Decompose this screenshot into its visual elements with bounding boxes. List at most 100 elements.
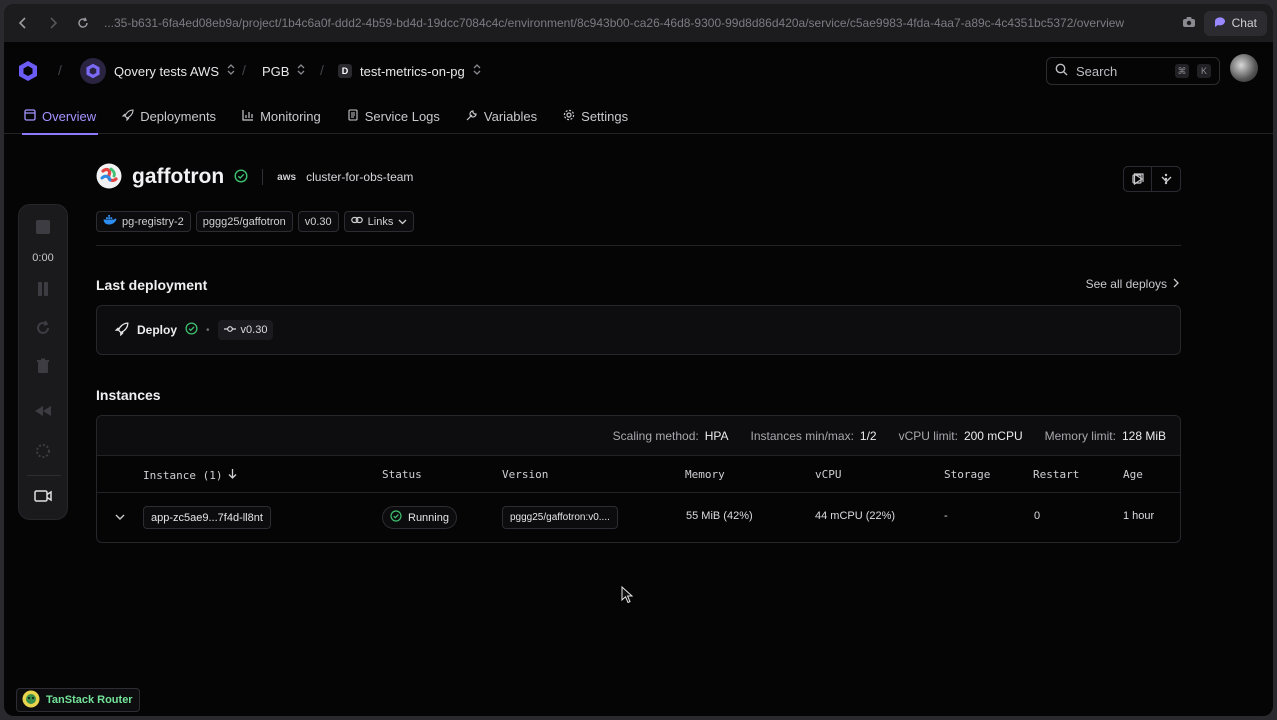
logs-button[interactable] xyxy=(1124,167,1152,191)
project-name: PGB xyxy=(262,63,290,79)
tab-overview[interactable]: Overview xyxy=(22,100,99,135)
tab-label: Deployments xyxy=(140,109,217,124)
version-badge[interactable]: pggg25/gaffotron:v0.... xyxy=(502,506,618,529)
more-options-icon[interactable] xyxy=(1152,167,1180,191)
grid-icon[interactable] xyxy=(19,443,67,459)
service-tabs: Overview Deployments Monitoring Service … xyxy=(4,100,1273,135)
trash-icon[interactable] xyxy=(19,358,67,374)
expand-chevron-icon[interactable] xyxy=(115,512,125,524)
layout-icon xyxy=(24,109,36,124)
deploy-label: Deploy xyxy=(137,323,178,337)
meta-scaling: Scaling method: HPA xyxy=(613,429,729,443)
mouse-cursor-icon xyxy=(621,585,634,607)
meta-key: vCPU limit: xyxy=(898,428,958,443)
meta-memory: Memory limit: 128 MiB xyxy=(1045,429,1166,443)
chevron-down-icon xyxy=(398,216,407,228)
links-dropdown[interactable]: Links xyxy=(343,211,415,232)
meta-value: 128 MiB xyxy=(1121,428,1166,443)
chat-icon xyxy=(1214,16,1226,31)
devtools-label: TanStack Router xyxy=(46,694,133,706)
browser-toolbar: ...35-b631-6fa4ed08eb9a/project/1b4c6a0f… xyxy=(4,4,1273,42)
service-badges: pg-registry-2 pggg25/gaffotron v0.30 Lin… xyxy=(96,211,415,232)
tab-deployments[interactable]: Deployments xyxy=(120,100,218,134)
column-header-version: Version xyxy=(502,468,549,481)
project-selector[interactable]: PGB xyxy=(262,56,305,86)
tab-label: Service Logs xyxy=(364,109,440,124)
check-circle-icon xyxy=(390,510,402,525)
status-badge: Running xyxy=(382,506,457,529)
tab-variables[interactable]: Variables xyxy=(464,100,539,134)
column-label: Instance (1) xyxy=(143,468,223,482)
link-icon xyxy=(350,215,363,228)
tanstack-router-devtools-button[interactable]: TanStack Router xyxy=(16,688,140,712)
chevron-updown-icon xyxy=(227,64,235,78)
tab-service-logs[interactable]: Service Logs xyxy=(345,100,442,134)
column-header-instance[interactable]: Instance (1) xyxy=(143,468,237,482)
chat-button[interactable]: Chat xyxy=(1203,10,1267,36)
rocket-icon xyxy=(121,109,134,124)
gear-icon xyxy=(563,109,575,124)
chat-label: Chat xyxy=(1231,16,1257,30)
reload-icon[interactable] xyxy=(68,8,98,38)
breadcrumb-separator: / xyxy=(242,62,246,78)
camera-icon[interactable] xyxy=(1182,16,1196,31)
tab-monitoring[interactable]: Monitoring xyxy=(240,100,323,134)
status-label: Running xyxy=(408,511,449,524)
column-header-vcpu: vCPU xyxy=(815,468,842,481)
organization-name: Qovery tests AWS xyxy=(114,63,219,79)
chevron-updown-icon xyxy=(297,64,305,78)
divider xyxy=(262,169,264,185)
screen-recorder-panel: 0:00 xyxy=(18,204,68,520)
logs-icon xyxy=(347,109,359,124)
commit-badge[interactable]: v0.30 xyxy=(217,320,274,340)
organization-selector[interactable]: Qovery tests AWS xyxy=(80,56,235,86)
tab-label: Variables xyxy=(483,109,538,124)
table-row[interactable]: app-zc5ae9...7f4d-ll8nt Running pggg25/g… xyxy=(97,493,1180,542)
environment-selector[interactable]: D test-metrics-on-pg xyxy=(338,56,481,86)
forward-icon[interactable] xyxy=(38,8,68,38)
meta-vcpu: vCPU limit: 200 mCPU xyxy=(899,429,1023,443)
see-all-deploys-link[interactable]: See all deploys xyxy=(1086,277,1179,291)
environment-mode-badge: D xyxy=(338,64,352,78)
divider xyxy=(27,475,61,476)
cluster-name[interactable]: cluster-for-obs-team xyxy=(306,170,413,184)
pause-icon[interactable] xyxy=(19,281,67,297)
instances-title: Instances xyxy=(96,387,161,403)
wrench-icon xyxy=(466,109,478,124)
rocket-icon xyxy=(114,322,129,339)
instance-name[interactable]: app-zc5ae9...7f4d-ll8nt xyxy=(143,506,271,529)
chart-icon xyxy=(242,109,254,124)
table-header: Instance (1) Status Version Memory vCPU … xyxy=(97,456,1180,493)
qovery-logo-icon[interactable] xyxy=(18,60,38,85)
tanstack-logo-icon xyxy=(22,690,40,711)
restart-icon[interactable] xyxy=(19,320,67,336)
last-deployment-card[interactable]: Deploy • v0.30 xyxy=(96,305,1181,355)
registry-badge[interactable]: pg-registry-2 xyxy=(96,211,191,232)
arrow-down-icon xyxy=(228,468,237,482)
back-icon[interactable] xyxy=(8,8,38,38)
address-bar[interactable]: ...35-b631-6fa4ed08eb9a/project/1b4c6a0f… xyxy=(98,16,1172,30)
meta-instances: Instances min/max: 1/2 xyxy=(751,429,877,443)
divider xyxy=(96,245,1181,246)
instances-meta: Scaling method: HPA Instances min/max: 1/2… xyxy=(97,416,1180,456)
camera-video-icon[interactable] xyxy=(19,489,67,503)
tab-label: Settings xyxy=(581,109,629,124)
shortcut-key: ⌘ xyxy=(1175,64,1189,78)
registry-name: pg-registry-2 xyxy=(122,215,184,228)
tag-badge[interactable]: v0.30 xyxy=(297,211,339,232)
rewind-icon[interactable] xyxy=(19,405,67,417)
aws-logo-icon: aws xyxy=(277,171,297,183)
stop-icon[interactable] xyxy=(19,219,67,235)
storage-value: - xyxy=(944,510,948,522)
age-value: 1 hour xyxy=(1123,510,1155,522)
service-extra-actions xyxy=(1123,166,1181,192)
search-input[interactable]: Search ⌘ K xyxy=(1046,57,1220,85)
tab-label: Monitoring xyxy=(260,109,321,124)
deploy-version: v0.30 xyxy=(240,324,268,336)
user-avatar[interactable] xyxy=(1230,54,1258,82)
tab-settings[interactable]: Settings xyxy=(561,100,630,134)
chevron-updown-icon xyxy=(473,64,481,78)
image-badge[interactable]: pggg25/gaffotron xyxy=(195,211,293,232)
breadcrumb-separator: / xyxy=(58,62,62,78)
meta-key: Instances min/max: xyxy=(750,428,854,443)
